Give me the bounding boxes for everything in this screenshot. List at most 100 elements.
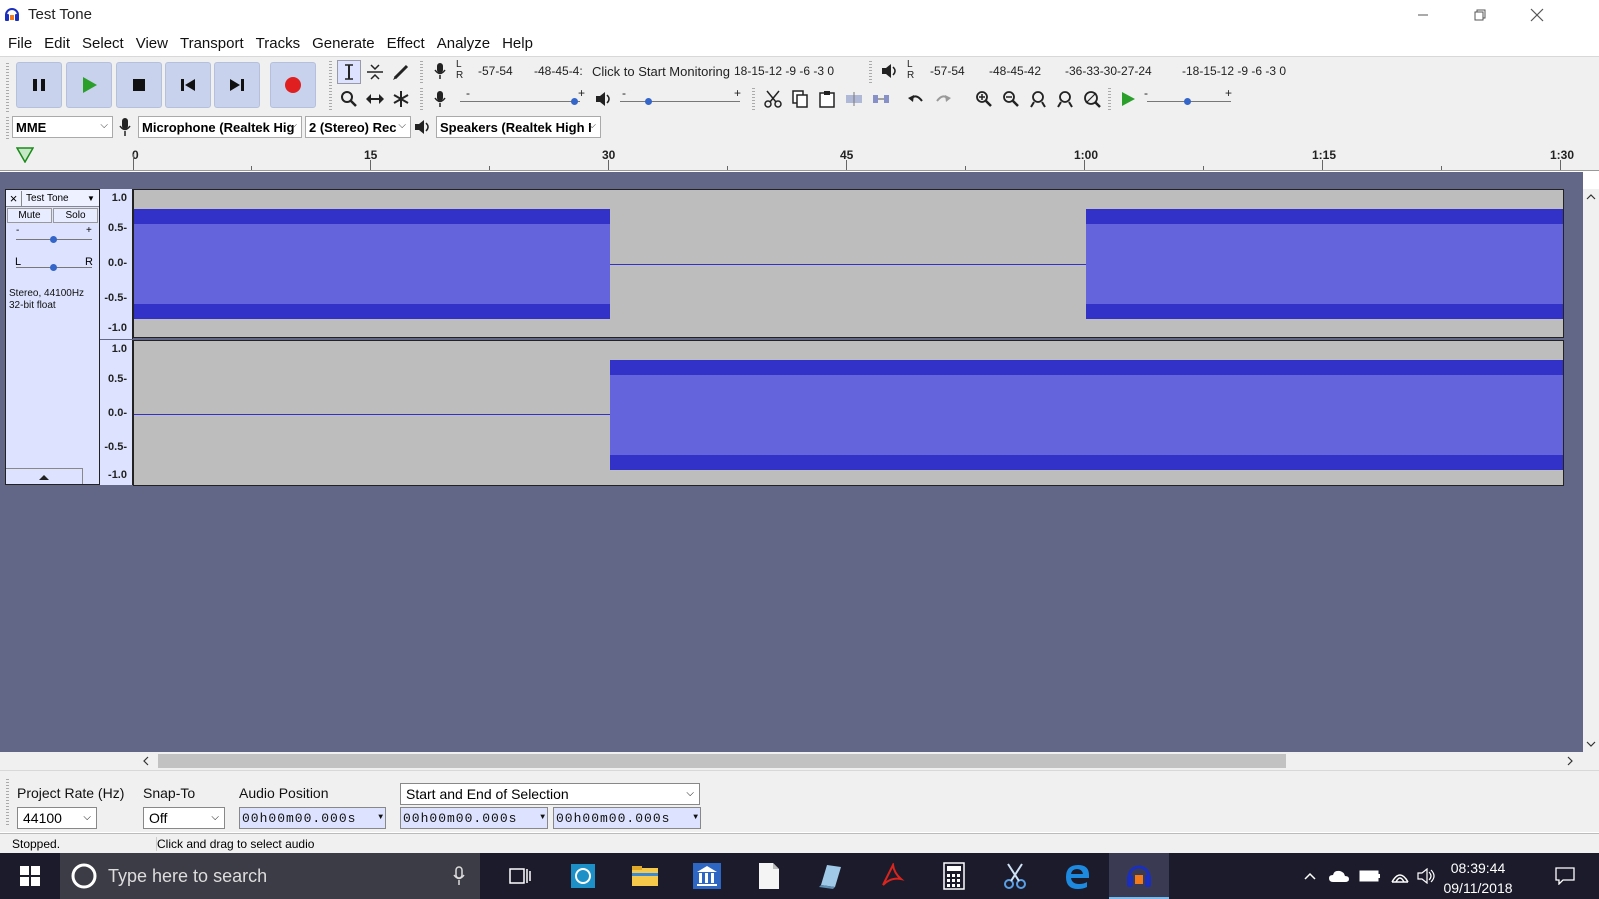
taskbar-search-box[interactable]: Type here to search — [60, 853, 480, 899]
device-toolbar-grip[interactable] — [6, 117, 9, 139]
horizontal-scrollbar[interactable] — [0, 752, 1599, 770]
taskbar-app-pdf-reader[interactable] — [862, 853, 922, 899]
menu-view[interactable]: View — [130, 35, 174, 52]
audio-host-select[interactable]: MME ⌵ — [12, 116, 113, 138]
menu-file[interactable]: File — [2, 35, 38, 52]
recording-channels-select[interactable]: 2 (Stereo) Rec ⌵ — [305, 116, 411, 138]
chevron-right-icon[interactable] — [1564, 753, 1576, 769]
wifi-tray-button[interactable] — [1387, 853, 1413, 899]
paste-button[interactable] — [815, 87, 839, 111]
play-button[interactable] — [66, 62, 112, 108]
menu-select[interactable]: Select — [76, 35, 130, 52]
stop-button[interactable] — [116, 62, 162, 108]
project-rate-select[interactable]: 44100 ⌵ — [17, 807, 97, 829]
pause-button[interactable] — [16, 62, 62, 108]
record-button[interactable] — [270, 62, 316, 108]
pan-slider[interactable]: L R — [14, 256, 94, 274]
selection-mode-select[interactable]: Start and End of Selection ⌵ — [400, 783, 700, 805]
taskbar-app-edge[interactable] — [1047, 853, 1107, 899]
mute-button[interactable]: Mute — [7, 208, 52, 223]
transport-toolbar-grip[interactable] — [6, 63, 9, 113]
menu-effect[interactable]: Effect — [381, 35, 431, 52]
amplitude-ruler-right-channel[interactable]: 1.0 0.5- 0.0- -0.5- -1.0 — [100, 340, 133, 485]
cut-button[interactable] — [761, 87, 785, 111]
solo-button[interactable]: Solo — [53, 208, 98, 223]
playback-device-select[interactable]: Speakers (Realtek High I ⌵ — [436, 116, 601, 138]
timeline-options-button[interactable] — [15, 147, 35, 166]
task-view-button[interactable] — [490, 853, 550, 899]
chevron-up-icon[interactable] — [1583, 191, 1599, 203]
record-meter[interactable]: -57-54 -48-45-4: Click to Start Monitori… — [466, 61, 861, 81]
start-monitoring-text[interactable]: Click to Start Monitoring — [592, 64, 730, 79]
audio-position-field[interactable]: 00h00m00.000s ▼ — [239, 807, 386, 829]
horizontal-scrollbar-thumb[interactable] — [158, 754, 1286, 768]
zoom-in-button[interactable] — [972, 87, 996, 111]
playback-volume-slider[interactable]: - + — [618, 86, 748, 107]
tools-toolbar-grip[interactable] — [329, 61, 332, 111]
selection-start-field[interactable]: 00h00m00.000s ▼ — [400, 807, 548, 829]
trim-audio-button[interactable] — [842, 87, 866, 111]
gain-slider-thumb[interactable] — [50, 236, 57, 243]
menu-transport[interactable]: Transport — [174, 35, 250, 52]
waveform-left-channel[interactable] — [133, 189, 1564, 338]
action-center-button[interactable] — [1545, 853, 1585, 899]
triangle-down-icon[interactable]: ▼ — [693, 813, 699, 822]
recording-device-select[interactable]: Microphone (Realtek Hig ⌵ — [138, 116, 302, 138]
taskbar-app-library[interactable] — [677, 853, 737, 899]
waveform-right-channel[interactable] — [133, 340, 1564, 486]
microphone-icon[interactable] — [452, 866, 466, 886]
close-button[interactable] — [1514, 0, 1560, 30]
menu-edit[interactable]: Edit — [38, 35, 76, 52]
silence-audio-button[interactable] — [869, 87, 893, 111]
menu-generate[interactable]: Generate — [306, 35, 381, 52]
restore-button[interactable] — [1457, 0, 1503, 30]
skip-to-end-button[interactable] — [214, 62, 260, 108]
record-meter-grip[interactable] — [420, 61, 423, 83]
timeline-ruler[interactable]: 0 15 30 45 1:00 1:15 1:30 — [0, 141, 1599, 171]
selection-toolbar-grip[interactable] — [6, 779, 9, 827]
multi-tool-button[interactable] — [389, 87, 413, 111]
minimize-button[interactable] — [1400, 0, 1446, 30]
taskbar-app-calculator[interactable] — [924, 853, 984, 899]
record-meter-button[interactable] — [428, 59, 452, 83]
play-at-speed-grip[interactable] — [1108, 88, 1111, 110]
taskbar-app-snipping-tool[interactable] — [985, 853, 1045, 899]
envelope-tool-button[interactable] — [363, 60, 387, 84]
vertical-scrollbar[interactable] — [1583, 189, 1599, 752]
play-meter[interactable]: -57-54 -48-45-42 -36-33-30-27-24 -18-15-… — [918, 61, 1313, 81]
triangle-down-icon[interactable]: ▼ — [378, 813, 384, 822]
zoom-out-button[interactable] — [999, 87, 1023, 111]
menu-analyze[interactable]: Analyze — [431, 35, 496, 52]
menu-help[interactable]: Help — [496, 35, 539, 52]
copy-button[interactable] — [788, 87, 812, 111]
taskbar-app-document[interactable] — [739, 853, 799, 899]
fit-selection-button[interactable] — [1026, 87, 1050, 111]
play-speed-thumb[interactable] — [1184, 98, 1191, 105]
snap-to-select[interactable]: Off ⌵ — [143, 807, 225, 829]
chevron-left-icon[interactable] — [140, 753, 152, 769]
taskbar-app-file-explorer[interactable] — [615, 853, 675, 899]
track-name-menu[interactable]: Test Tone — [22, 193, 87, 204]
zoom-toggle-button[interactable] — [1080, 87, 1104, 111]
amplitude-ruler-left-channel[interactable]: 1.0 0.5- 0.0- -0.5- -1.0 — [100, 189, 133, 339]
pan-slider-thumb[interactable] — [50, 264, 57, 271]
selection-tool-button[interactable] — [337, 60, 361, 84]
play-at-speed-button[interactable] — [1116, 87, 1140, 111]
collapse-track-button[interactable] — [6, 468, 83, 484]
triangle-down-icon[interactable]: ▼ — [540, 813, 546, 822]
show-hidden-icons-button[interactable] — [1298, 853, 1322, 899]
zoom-tool-button[interactable] — [337, 87, 361, 111]
fit-project-button[interactable] — [1053, 87, 1077, 111]
track-close-button[interactable]: × — [6, 190, 22, 206]
menu-tracks[interactable]: Tracks — [250, 35, 306, 52]
selection-end-field[interactable]: 00h00m00.000s ▼ — [553, 807, 701, 829]
track-control-panel[interactable]: × Test Tone ▼ Mute Solo - + L R Stereo, … — [5, 189, 100, 485]
skip-to-start-button[interactable] — [165, 62, 211, 108]
taskbar-app-photos[interactable] — [553, 853, 613, 899]
recording-volume-slider[interactable]: - + — [456, 86, 586, 107]
undo-button[interactable] — [904, 87, 928, 111]
redo-button[interactable] — [931, 87, 955, 111]
taskbar-clock[interactable]: 08:39:44 09/11/2018 — [1435, 858, 1521, 898]
play-meter-button[interactable] — [878, 59, 902, 83]
play-speed-slider[interactable]: - + — [1144, 86, 1245, 107]
